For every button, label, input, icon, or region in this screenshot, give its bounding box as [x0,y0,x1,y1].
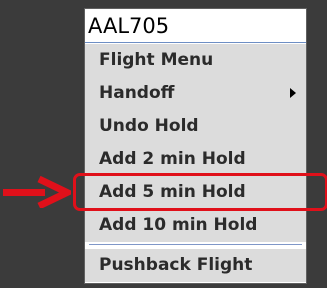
menu-item-add-5-min-hold[interactable]: Add 5 min Hold [85,176,306,209]
red-arrow-icon [3,176,71,208]
menu-item-handoff[interactable]: Handoff [85,77,306,110]
menu-item-flight-menu[interactable]: Flight Menu [85,44,306,77]
menu-item-pushback-flight[interactable]: Pushback Flight [85,249,306,282]
context-menu: AAL705 Flight Menu Handoff Undo Hold Add… [84,8,307,284]
submenu-arrow-icon [290,88,296,98]
menu-item-add-10-min-hold[interactable]: Add 10 min Hold [85,209,306,242]
menu-title: AAL705 [85,9,306,43]
menu-separator [89,244,302,245]
menu-item-add-2-min-hold[interactable]: Add 2 min Hold [85,143,306,176]
menu-item-handoff-label: Handoff [99,83,175,103]
menu-item-undo-hold[interactable]: Undo Hold [85,110,306,143]
